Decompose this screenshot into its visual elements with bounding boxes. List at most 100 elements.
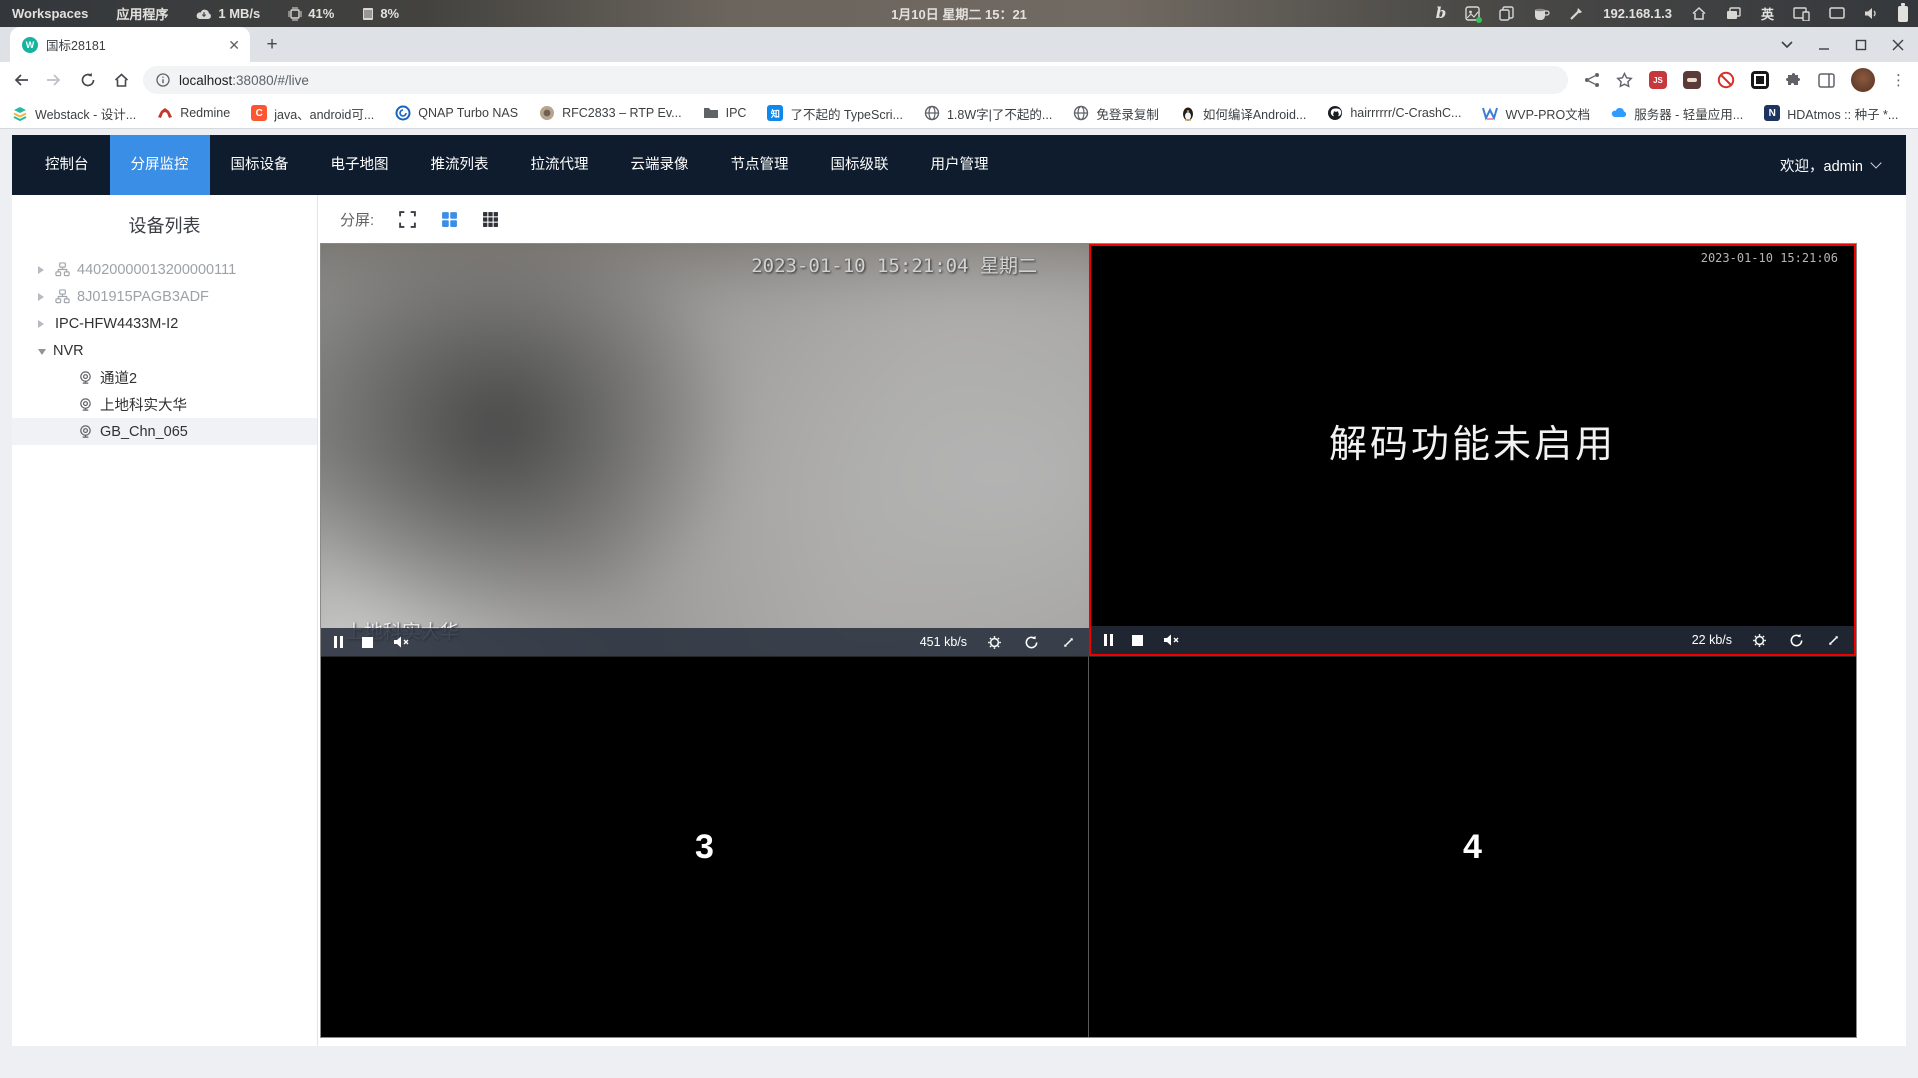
bookmark-webstack[interactable]: Webstack - 设计... <box>12 104 136 123</box>
tree-channel-1[interactable]: 通道2 <box>12 364 317 391</box>
extension-qr-icon[interactable] <box>1751 71 1769 89</box>
app-indicator-icon[interactable] <box>1465 6 1483 23</box>
home-button[interactable] <box>113 72 130 88</box>
window-minimize-button[interactable] <box>1818 39 1830 51</box>
extension-blocker-icon[interactable] <box>1717 71 1735 89</box>
device-list-title: 设备列表 <box>128 216 201 236</box>
tab-search-icon[interactable] <box>1781 40 1793 49</box>
nav-tab-console[interactable]: 控制台 <box>24 135 110 195</box>
tree-node-nvr[interactable]: NVR <box>12 337 317 364</box>
settings-gear-icon[interactable] <box>1752 633 1767 648</box>
mute-icon[interactable] <box>392 635 410 649</box>
back-button[interactable] <box>12 72 29 88</box>
bookmark-globe-2[interactable]: 免登录复制 <box>1073 104 1159 123</box>
video-cell-4[interactable]: 4 <box>1089 656 1856 1037</box>
forward-button[interactable] <box>46 72 63 88</box>
sitemap-icon <box>55 289 70 304</box>
home-tray-icon[interactable] <box>1691 6 1707 21</box>
bookmark-folder-ipc[interactable]: IPC <box>703 105 746 121</box>
tree-channel-2[interactable]: 上地科实大华 <box>12 391 317 418</box>
bookmark-label: 免登录复制 <box>1096 107 1159 122</box>
bookmark-hdatmos[interactable]: N HDAtmos :: 种子 *... <box>1764 104 1898 123</box>
nav-tab-node-manage[interactable]: 节点管理 <box>710 135 810 195</box>
ime-indicator[interactable]: 英 <box>1761 4 1774 23</box>
bookmark-cloud-server[interactable]: 服务器 - 轻量应用... <box>1611 104 1743 123</box>
bookmark-wvp-docs[interactable]: WVP-PRO文档 <box>1482 104 1590 123</box>
video-cell-1[interactable]: 2023-01-10 15:21:04 星期二 上地科实大华 451 kb/s <box>321 244 1089 656</box>
side-panel-icon[interactable] <box>1818 72 1835 88</box>
refresh-icon[interactable] <box>1024 635 1039 650</box>
nav-tab-user-manage[interactable]: 用户管理 <box>910 135 1010 195</box>
url-omnibox[interactable]: localhost:38080/#/live <box>143 66 1568 94</box>
bookmark-star-icon[interactable] <box>1616 72 1633 88</box>
nav-tab-gb-devices[interactable]: 国标设备 <box>210 135 310 195</box>
mute-icon[interactable] <box>1162 633 1180 647</box>
stop-button[interactable] <box>1132 634 1143 646</box>
extension-mask-icon[interactable] <box>1683 71 1701 89</box>
bookmark-qnap[interactable]: QNAP Turbo NAS <box>395 105 518 121</box>
windows-stack-icon[interactable] <box>1726 6 1742 21</box>
nav-tab-push-list[interactable]: 推流列表 <box>410 135 510 195</box>
phonelink-icon[interactable] <box>1793 6 1810 21</box>
bookmark-github[interactable]: hairrrrrr/C-CrashC... <box>1327 105 1461 121</box>
browser-menu-icon[interactable]: ⋮ <box>1891 71 1906 89</box>
clock[interactable]: 1月10日 星期二 15：21 <box>891 4 1027 23</box>
tab-close-icon[interactable]: ✕ <box>228 38 240 52</box>
stop-button[interactable] <box>362 636 373 648</box>
window-close-button[interactable] <box>1892 39 1904 51</box>
battery-icon[interactable] <box>1898 2 1908 22</box>
decode-disabled-message: 解码功能未启用 <box>1328 424 1616 467</box>
fullscreen-expand-icon[interactable] <box>1826 633 1841 648</box>
display-tray-icon[interactable] <box>1829 7 1845 20</box>
pause-button[interactable] <box>1104 634 1113 646</box>
new-tab-button[interactable]: + <box>260 33 284 57</box>
window-maximize-button[interactable] <box>1855 39 1867 51</box>
nav-tab-gb-cascade[interactable]: 国标级联 <box>810 135 910 195</box>
screwdriver-tray-icon[interactable] <box>1569 6 1584 21</box>
site-info-icon[interactable] <box>156 73 170 87</box>
fullscreen-expand-icon[interactable] <box>1061 635 1076 650</box>
cell-number: 3 <box>695 827 714 866</box>
user-menu[interactable]: 欢迎，admin <box>1780 155 1906 176</box>
caret-expanded-icon[interactable] <box>38 349 46 355</box>
reload-button[interactable] <box>80 72 96 88</box>
bookmark-globe-1[interactable]: 1.8W字|了不起的... <box>924 104 1052 123</box>
video-cell-2-selected[interactable]: 2023-01-10 15:21:06 解码功能未启用 22 kb/s <box>1089 244 1856 656</box>
nav-tab-pull-proxy[interactable]: 拉流代理 <box>510 135 610 195</box>
grid-3x3-button[interactable] <box>482 211 499 228</box>
workspaces-button[interactable]: Workspaces <box>12 6 88 21</box>
pause-button[interactable] <box>334 636 343 648</box>
nav-tab-split-monitor[interactable]: 分屏监控 <box>109 135 210 195</box>
caret-collapsed-icon[interactable] <box>38 292 48 301</box>
bookmark-tux[interactable]: 如何编译Android... <box>1180 104 1306 123</box>
single-screen-button[interactable] <box>398 210 417 229</box>
caret-collapsed-icon[interactable] <box>38 319 48 328</box>
share-icon[interactable] <box>1584 72 1600 88</box>
volume-icon[interactable] <box>1864 7 1879 20</box>
caret-collapsed-icon[interactable] <box>38 265 48 274</box>
clipboard-tray-icon[interactable] <box>1499 6 1514 21</box>
memory-icon <box>363 7 374 20</box>
browser-tab[interactable]: W 国标28181 ✕ <box>10 27 250 62</box>
refresh-icon[interactable] <box>1789 633 1804 648</box>
bookmark-csdn[interactable]: Cjava、android可... <box>251 104 374 123</box>
video-cell-3[interactable]: 3 <box>321 656 1089 1037</box>
ip-address-indicator[interactable]: 192.168.1.3 <box>1603 6 1672 21</box>
bookmark-rfc2833[interactable]: RFC2833 – RTP Ev... <box>539 105 682 121</box>
bookmark-redmine[interactable]: Redmine <box>157 105 230 121</box>
applications-button[interactable]: 应用程序 <box>116 4 168 23</box>
tree-channel-3-selected[interactable]: GB_Chn_065 <box>12 418 317 445</box>
bookmark-zhihu[interactable]: 知了不起的 TypeScri... <box>767 104 903 123</box>
grid-2x2-button[interactable] <box>441 211 458 228</box>
settings-gear-icon[interactable] <box>987 635 1002 650</box>
tree-node-device-1[interactable]: 44020000013200000111 <box>12 256 317 283</box>
coffee-tray-icon[interactable] <box>1533 7 1550 21</box>
tree-node-device-2[interactable]: 8J01915PAGB3ADF <box>12 283 317 310</box>
bing-tray-icon[interactable]: b <box>1436 6 1447 21</box>
extensions-puzzle-icon[interactable] <box>1785 72 1802 89</box>
nav-tab-map[interactable]: 电子地图 <box>310 135 410 195</box>
profile-avatar[interactable] <box>1851 68 1875 92</box>
extension-js-icon[interactable]: JS <box>1649 71 1667 89</box>
tree-node-device-3[interactable]: IPC-HFW4433M-I2 <box>12 310 317 337</box>
nav-tab-cloud-record[interactable]: 云端录像 <box>610 135 710 195</box>
